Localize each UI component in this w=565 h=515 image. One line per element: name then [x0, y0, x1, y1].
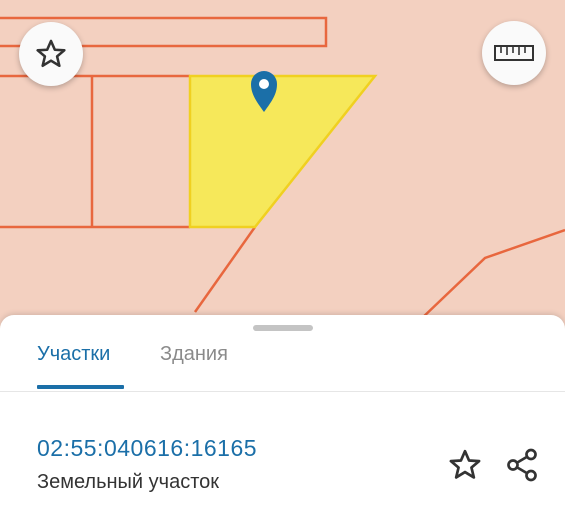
share-icon: [507, 448, 537, 482]
favorite-parcel-button[interactable]: [445, 445, 485, 485]
parcel-type: Земельный участок: [37, 471, 220, 493]
favorite-button[interactable]: [19, 22, 83, 86]
ruler-icon: [494, 45, 534, 61]
star-icon: [36, 39, 66, 68]
active-tab-indicator: [37, 385, 124, 389]
bottom-sheet: Участки Здания 02:55:040616:16165 Земель…: [0, 315, 565, 515]
tab-parcels[interactable]: Участки: [37, 343, 110, 366]
tab-bar: Участки Здания: [0, 315, 565, 392]
measure-button[interactable]: [482, 21, 546, 85]
cadastral-number[interactable]: 02:55:040616:16165: [37, 435, 257, 462]
tab-buildings[interactable]: Здания: [160, 343, 228, 366]
star-outline-icon: [449, 449, 481, 479]
share-button[interactable]: [502, 445, 542, 485]
